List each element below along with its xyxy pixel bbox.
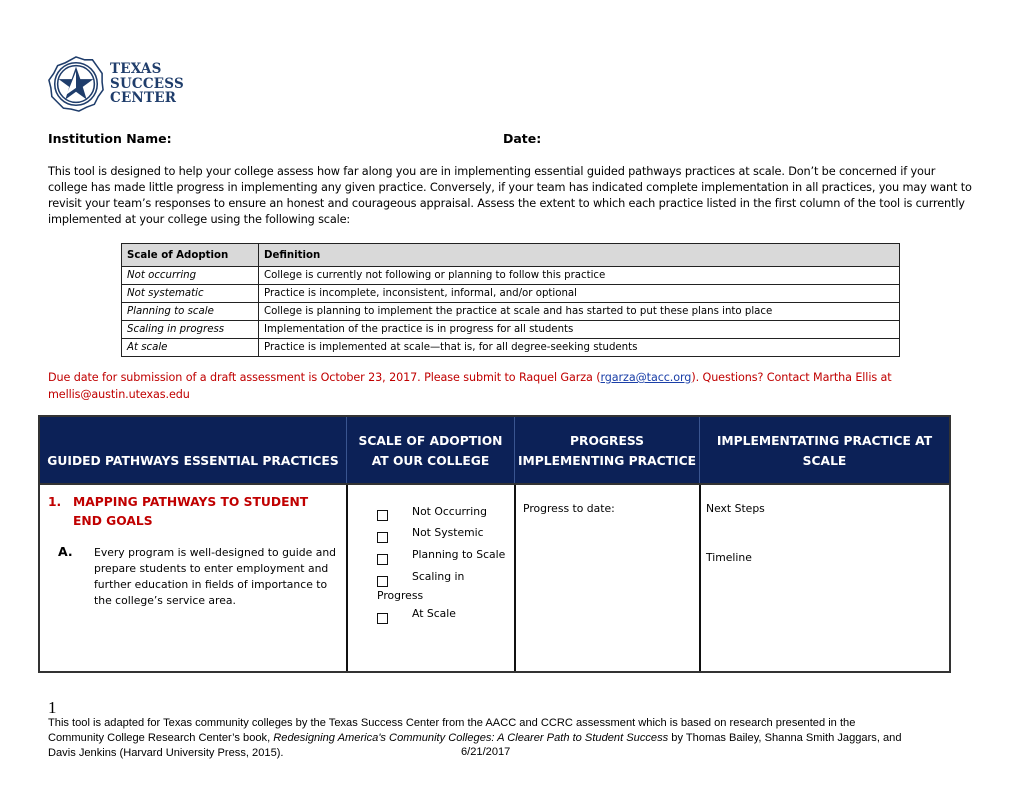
header-implementing-at-scale: IMPLEMENTATING PRACTICE AT SCALE xyxy=(716,434,933,468)
book-title: Redesigning America's Community Colleges… xyxy=(273,732,669,744)
section-number: 1. xyxy=(48,495,62,509)
due-date-notice: Due date for submission of a draft asses… xyxy=(48,369,968,403)
table-row: Not occurring College is currently not f… xyxy=(121,266,900,285)
scale-definition: Implementation of the practice is in pro… xyxy=(258,320,900,339)
logo-line-2: SUCCESS xyxy=(110,75,184,92)
header-essential-practices: GUIDED PATHWAYS ESSENTIAL PRACTICES xyxy=(47,454,339,468)
footnote-line-1: This tool is adapted for Texas community… xyxy=(48,717,856,729)
scale-definition: Practice is incomplete, inconsistent, in… xyxy=(258,284,900,303)
scale-term: Scaling in progress xyxy=(121,320,259,339)
adoption-option[interactable] xyxy=(377,546,388,568)
footnote-line-2: Community College Research Center’s book… xyxy=(48,732,902,744)
adoption-option[interactable] xyxy=(377,502,388,524)
scale-of-adoption-table: Scale of Adoption Definition Not occurri… xyxy=(121,243,900,357)
practice-text: Every program is well-designed to guide … xyxy=(94,546,337,607)
scale-term: Not systematic xyxy=(121,284,259,303)
page-date: 6/21/2017 xyxy=(461,746,511,758)
table-row: At scale Practice is implemented at scal… xyxy=(121,338,900,357)
option-label: Not Systemic xyxy=(412,526,484,539)
texas-star-seal-icon xyxy=(48,56,104,112)
texas-success-center-logo: TEXAS SUCCESS CENTER xyxy=(46,54,196,114)
timeline-field[interactable]: Timeline xyxy=(706,551,752,564)
practice-letter: A. xyxy=(58,544,73,559)
scale-header-term: Scale of Adoption xyxy=(121,243,259,267)
checkbox[interactable] xyxy=(377,576,388,587)
checkbox[interactable] xyxy=(377,613,388,624)
scale-term: At scale xyxy=(121,338,259,357)
table-header: GUIDED PATHWAYS ESSENTIAL PRACTICES SCAL… xyxy=(40,417,949,485)
table-row: Planning to scale College is planning to… xyxy=(121,302,900,321)
section-title: 1. MAPPING PATHWAYS TO STUDENT END GOALS xyxy=(48,493,338,531)
date-label: Date: xyxy=(503,131,542,146)
header-progress: PROGRESS IMPLEMENTING PRACTICE xyxy=(517,434,697,468)
logo-line-1: TEXAS xyxy=(110,61,162,78)
guided-pathways-table: GUIDED PATHWAYS ESSENTIAL PRACTICES SCAL… xyxy=(38,415,951,673)
intro-paragraph: This tool is designed to help your colle… xyxy=(48,165,972,226)
footnote-number: 1 xyxy=(48,698,57,717)
due-text-before: Due date for submission of a draft asses… xyxy=(48,371,601,384)
next-steps-field[interactable]: Next Steps xyxy=(706,502,765,515)
scale-term: Planning to scale xyxy=(121,302,259,321)
logo-line-3: CENTER xyxy=(110,90,177,107)
option-label: Not Occurring xyxy=(412,505,487,518)
scale-term: Not occurring xyxy=(121,266,259,285)
option-label: Scaling in xyxy=(412,570,465,583)
scale-definition: College is planning to implement the pra… xyxy=(258,302,900,321)
rgarza-email-link[interactable]: rgarza@tacc.org xyxy=(600,371,691,384)
scale-definition: Practice is implemented at scale—that is… xyxy=(258,338,900,357)
practice-item: A. Every program is well-designed to gui… xyxy=(58,544,340,609)
scale-definition: College is currently not following or pl… xyxy=(258,266,900,285)
header-scale-of-adoption: SCALE OF ADOPTION AT OUR COLLEGE xyxy=(358,434,503,468)
adoption-option[interactable] xyxy=(377,524,388,546)
adoption-option[interactable] xyxy=(377,568,388,590)
scale-header-definition: Definition xyxy=(258,243,900,267)
section-title-text: MAPPING PATHWAYS TO STUDENT END GOALS xyxy=(73,495,309,528)
checkbox[interactable] xyxy=(377,532,388,543)
adoption-option[interactable] xyxy=(377,605,388,627)
option-label: Planning to Scale xyxy=(412,548,506,561)
progress-to-date-field[interactable]: Progress to date: xyxy=(523,502,615,515)
table-row: Not systematic Practice is incomplete, i… xyxy=(121,284,900,303)
footnote: 1 This tool is adapted for Texas communi… xyxy=(48,698,968,761)
table-row: Scaling in progress Implementation of th… xyxy=(121,320,900,339)
checkbox[interactable] xyxy=(377,554,388,565)
option-label: At Scale xyxy=(412,607,456,620)
institution-name-label: Institution Name: xyxy=(48,131,172,146)
checkbox[interactable] xyxy=(377,510,388,521)
option-label-wrap: Progress xyxy=(377,589,424,602)
